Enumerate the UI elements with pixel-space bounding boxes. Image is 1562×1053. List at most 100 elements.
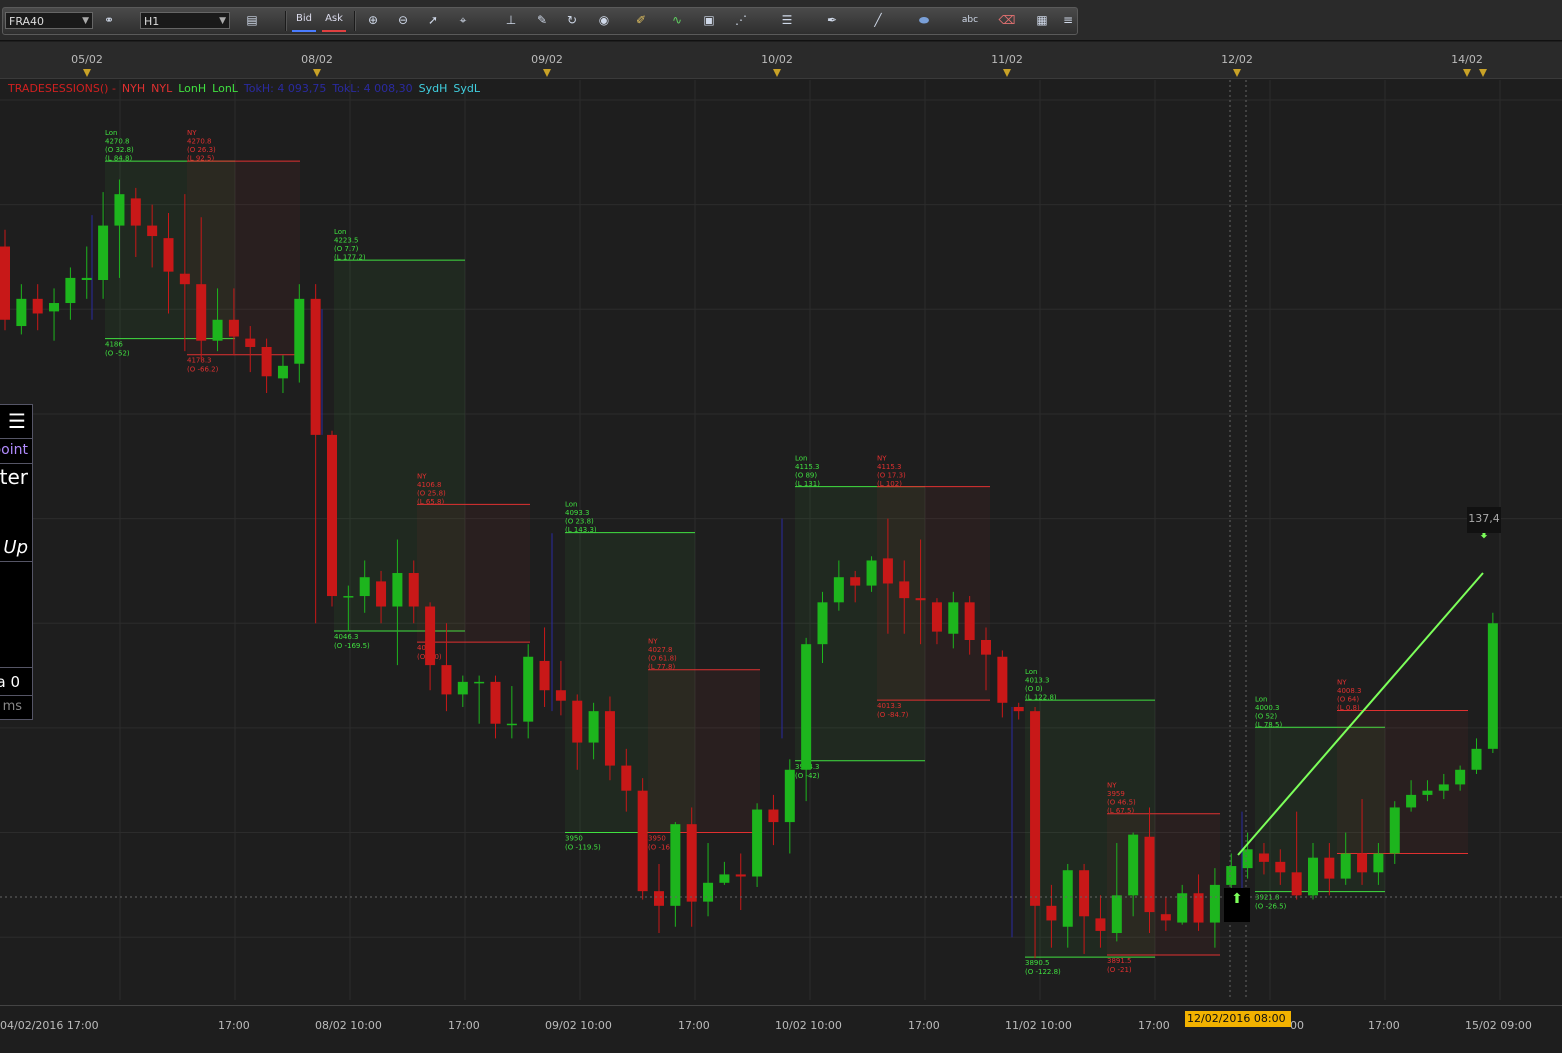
text-icon[interactable]: abc <box>961 12 979 29</box>
date-marker-icon[interactable] <box>1233 69 1241 77</box>
candle-body <box>1373 853 1384 873</box>
candle-body <box>833 577 844 603</box>
candle-body <box>327 434 337 597</box>
refresh-icon[interactable]: ↻ <box>563 12 581 29</box>
date-marker-icon[interactable] <box>313 69 321 77</box>
candle-body <box>441 665 452 695</box>
grid-icon[interactable]: ⋰ <box>732 12 750 29</box>
candle-body <box>1242 849 1253 869</box>
legend-item[interactable]: SydH <box>419 82 448 95</box>
legend-item[interactable]: SydL <box>453 82 480 95</box>
ruler-icon[interactable]: ⊥ <box>502 12 520 29</box>
toolbar-menu-icon[interactable]: ≡ <box>1059 12 1077 29</box>
price-tag: 137,4 <box>1467 507 1501 533</box>
symbol-select[interactable]: FRA40 ▼ <box>5 12 93 29</box>
x-axis: 04/02/2016 17:00 17:00 08/02 10:00 17:00… <box>0 1005 1562 1053</box>
line-draw-icon[interactable]: ╱ <box>869 12 887 29</box>
session-label: (O 7.7) <box>334 245 359 253</box>
candle-body <box>1340 853 1351 879</box>
candle-body <box>882 558 893 584</box>
candle-body <box>735 874 746 877</box>
date-bar: 05/02 08/02 09/02 10/02 11/02 12/02 14/0… <box>0 42 1562 79</box>
globe-icon[interactable]: ◉ <box>595 12 613 29</box>
candle-body <box>572 700 583 743</box>
candle-body <box>196 284 207 341</box>
session-low-label: (O -66.2) <box>187 366 219 374</box>
session-label: NY <box>648 638 658 646</box>
candle-body <box>130 198 141 226</box>
side-panel[interactable]: ☰ point eter Up a 0 ms <box>0 404 33 720</box>
date-marker-icon[interactable] <box>1003 69 1011 77</box>
bid-button[interactable]: Bid <box>292 10 316 32</box>
candle-body <box>245 338 256 347</box>
session-low-label: (O -21) <box>1107 966 1132 974</box>
screenshot-icon[interactable]: ▣ <box>700 12 718 29</box>
x-tick-label: 00 <box>1290 1019 1304 1032</box>
candle-body <box>1357 853 1368 873</box>
session-label: (L 177.2) <box>334 254 366 262</box>
date-marker-icon[interactable] <box>1463 69 1471 77</box>
session-low-label: (O -16) <box>648 844 673 852</box>
lines-icon[interactable]: ☰ <box>778 12 796 29</box>
candle-body <box>98 225 109 280</box>
zoom-in-icon[interactable]: ⊕ <box>364 12 382 29</box>
session-label: NY <box>1107 782 1117 790</box>
pen-icon[interactable]: ✒ <box>823 12 841 29</box>
date-marker-icon[interactable] <box>1479 69 1487 77</box>
zoom-out-icon[interactable]: ⊖ <box>394 12 412 29</box>
x-tick-label: 17:00 <box>1138 1019 1170 1032</box>
session-label: Lon <box>795 455 808 463</box>
eraser-icon[interactable]: ⌫ <box>998 12 1016 29</box>
session-label: (O 26.3) <box>187 146 216 154</box>
date-marker-icon[interactable] <box>543 69 551 77</box>
candle-body <box>1111 895 1122 934</box>
ellipse-icon[interactable]: ⬬ <box>915 12 933 29</box>
candle-body <box>506 723 517 726</box>
legend-item[interactable]: NYH <box>122 82 145 95</box>
candle-body <box>1193 893 1204 923</box>
candle-body <box>1144 836 1155 913</box>
chevron-down-icon: ▼ <box>219 16 226 26</box>
chart-type-icon[interactable]: ▤ <box>243 12 261 29</box>
date-label: 14/02 <box>1451 53 1483 66</box>
legend-item[interactable]: LonL <box>212 82 238 95</box>
x-tick-label: 17:00 <box>678 1019 710 1032</box>
indicator-icon[interactable]: ∿ <box>668 12 686 29</box>
session-label: 4106.8 <box>417 481 442 489</box>
pencil-icon[interactable]: ✐ <box>632 12 650 29</box>
date-marker-icon[interactable] <box>83 69 91 77</box>
divider <box>0 695 32 696</box>
timeframe-select[interactable]: H1 ▼ <box>140 12 230 29</box>
legend-item[interactable]: TokH: 4 093,75 <box>244 82 326 95</box>
candle-body <box>948 602 959 634</box>
menu-icon[interactable]: ☰ <box>8 411 26 431</box>
legend-item[interactable]: TRADESESSIONS() - <box>8 82 116 95</box>
ask-button[interactable]: Ask <box>322 10 346 32</box>
cursor-icon[interactable]: ➚ <box>424 12 442 29</box>
legend-item[interactable]: TokL: 4 008,30 <box>332 82 412 95</box>
candle-body <box>32 298 43 314</box>
date-label: 05/02 <box>71 53 103 66</box>
candle-body <box>621 765 632 791</box>
candle-body <box>686 824 697 902</box>
candle-body <box>392 573 403 607</box>
date-marker-icon[interactable] <box>773 69 781 77</box>
indicator-legend[interactable]: TRADESESSIONS() - NYH NYL LonH LonL TokH: 4 0… <box>8 82 486 95</box>
crosshair-icon[interactable]: ⌖ <box>454 12 472 29</box>
session-label: 4093.3 <box>565 509 590 517</box>
session-label: 4270.8 <box>105 138 130 146</box>
session-label: 4270.8 <box>187 138 212 146</box>
session-label: (L 0.8) <box>1337 704 1360 712</box>
symbol-value: FRA40 <box>9 15 45 28</box>
objects-icon[interactable]: ▦ <box>1033 12 1051 29</box>
link-icon[interactable]: ⚭ <box>100 12 118 29</box>
note-icon[interactable]: ✎ <box>533 12 551 29</box>
chart-plot-area[interactable]: Lon4270.8(O 32.8)(L 84.8)4186(O -52)NY42… <box>0 0 1562 1053</box>
session-label: (L 67.5) <box>1107 807 1134 815</box>
session-label: (L 143.3) <box>565 526 597 534</box>
x-tick-label: 09/02 10:00 <box>545 1019 612 1032</box>
side-panel-line: Up <box>3 537 28 558</box>
legend-item[interactable]: LonH <box>178 82 206 95</box>
x-tick-label: 17:00 <box>1368 1019 1400 1032</box>
legend-item[interactable]: NYL <box>151 82 172 95</box>
